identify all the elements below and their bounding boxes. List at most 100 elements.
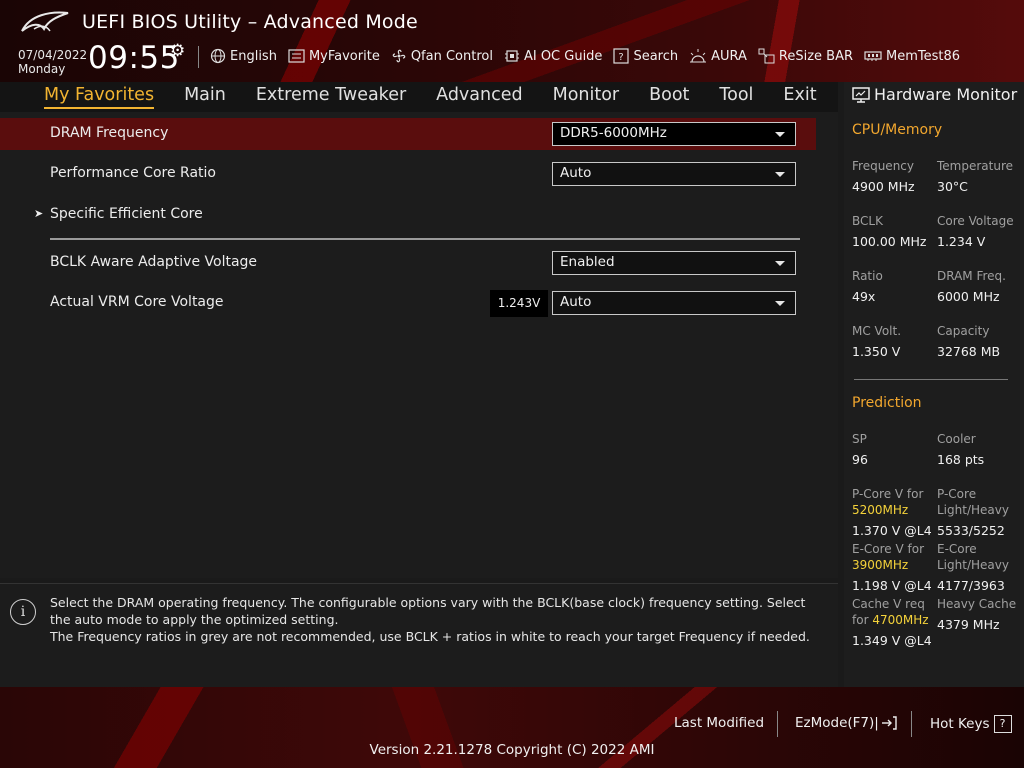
setting-row-dram-frequency[interactable]: DRAM Frequency DDR5-6000MHz [0, 118, 816, 150]
hw-value-cache-v: 1.349 V @L4 [852, 633, 932, 648]
tab-main[interactable]: Main [184, 85, 226, 109]
toolbar-memtest-button[interactable]: MemTest86 [864, 49, 960, 64]
last-modified-label: Last Modified [674, 715, 765, 731]
hw-value-dram-freq: 6000 MHz [937, 289, 1000, 304]
toolbar-myfavorite-button[interactable]: MyFavorite [288, 49, 380, 64]
hw-label-cache-v-for: for 4700MHz [852, 613, 929, 627]
hw-pcore-target-freq: 5200MHz [852, 503, 909, 517]
setting-row-performance-core-ratio[interactable]: Performance Core Ratio Auto [0, 158, 816, 190]
setting-row-actual-vrm-core-voltage[interactable]: Actual VRM Core Voltage Auto [0, 287, 816, 319]
hw-label-pcore-v: P-Core V for [852, 487, 924, 501]
dropdown-value: DDR5-6000MHz [560, 125, 667, 141]
toolbar-resize-bar-button[interactable]: ReSize BAR [758, 48, 853, 64]
help-text: Select the DRAM operating frequency. The… [50, 594, 820, 645]
tab-my-favorites[interactable]: My Favorites [44, 85, 155, 109]
prediction-section-title: Prediction [852, 395, 922, 411]
hw-value-pcore-v: 1.370 V @L4 [852, 523, 932, 538]
dropdown-value: Auto [560, 165, 592, 181]
gear-icon[interactable]: ⚙ [170, 41, 185, 61]
tab-advanced[interactable]: Advanced [436, 85, 522, 109]
toolbar-search-button[interactable]: ? Search [613, 48, 678, 64]
hw-label-ecore: E-Core [937, 542, 977, 556]
info-icon: i [10, 599, 36, 625]
hw-label-cache-v: Cache V req [852, 597, 925, 611]
toolbar-separator [198, 46, 199, 68]
section-divider [50, 238, 800, 240]
fan-icon [392, 49, 406, 63]
toolbar-language-button[interactable]: English [210, 48, 277, 64]
dropdown-value: Auto [560, 294, 592, 310]
footer-separator [777, 711, 778, 737]
hw-label-sp: SP [852, 432, 867, 446]
toolbar-aura-button[interactable]: AURA [689, 48, 747, 64]
toolbar-label: English [230, 48, 277, 64]
footer-band: Last Modified EzMode(F7)| Hot Keys ? Ver… [0, 687, 1024, 768]
hw-label-bclk: BCLK [852, 214, 883, 228]
help-line: The Frequency ratios in grey are not rec… [50, 629, 810, 644]
hw-value-ratio: 49x [852, 289, 876, 304]
last-modified-button[interactable]: Last Modified [674, 715, 764, 731]
hw-ecore-target-freq: 3900MHz [852, 558, 909, 572]
toolbar-label: ReSize BAR [778, 48, 854, 64]
dram-frequency-dropdown[interactable]: DDR5-6000MHz [552, 122, 796, 146]
hardware-monitor-panel: Hardware Monitor CPU/Memory Frequency Te… [844, 82, 1024, 687]
hw-value-ecore-v: 1.198 V @L4 [852, 578, 932, 593]
exit-arrow-icon [881, 716, 897, 730]
tab-monitor[interactable]: Monitor [553, 85, 620, 109]
app-title: UEFI BIOS Utility – Advanced Mode [82, 11, 418, 33]
hw-value-temperature: 30°C [937, 179, 968, 194]
vrm-core-voltage-dropdown[interactable]: Auto [552, 291, 796, 315]
hw-label-core-voltage: Core Voltage [937, 214, 1014, 228]
setting-row-bclk-aware-adaptive-voltage[interactable]: BCLK Aware Adaptive Voltage Enabled [0, 247, 816, 279]
chevron-down-icon [775, 132, 785, 137]
chip-icon [504, 50, 519, 62]
chevron-down-icon [775, 261, 785, 266]
hardware-monitor-title: Hardware Monitor [874, 85, 1018, 104]
toolbar-label: AI OC Guide [523, 48, 603, 64]
setting-label: Actual VRM Core Voltage [50, 294, 224, 310]
hw-label-pcore: P-Core [937, 487, 977, 501]
day-text: Monday [18, 62, 66, 76]
clock-time[interactable]: 09:55 [88, 40, 180, 76]
ezmode-label: EzMode(F7)| [795, 715, 879, 731]
hw-label-mc-volt: MC Volt. [852, 324, 902, 338]
hw-section-divider [854, 379, 1008, 380]
hot-keys-button[interactable]: Hot Keys ? [930, 715, 1012, 733]
hw-value-frequency: 4900 MHz [852, 179, 915, 194]
aura-light-icon [690, 49, 707, 63]
toolbar-label: MemTest86 [886, 48, 961, 64]
setting-label: BCLK Aware Adaptive Voltage [50, 254, 258, 270]
hw-label-temperature: Temperature [937, 159, 1014, 173]
date-display: 07/04/2022 Monday [18, 48, 87, 76]
tab-list: My Favorites Main Extreme Tweaker Advanc… [44, 85, 847, 109]
submenu-arrow-icon: ➤ [34, 207, 44, 220]
ezmode-button[interactable]: EzMode(F7)| [795, 715, 897, 731]
hw-value-ecore-lh: 4177/3963 [937, 578, 1005, 593]
toolbar-ai-oc-guide-button[interactable]: AI OC Guide [504, 48, 602, 64]
hw-value-cooler: 168 pts [937, 452, 985, 467]
favorite-list-icon [288, 49, 305, 63]
cpu-memory-section-title: CPU/Memory [852, 122, 943, 138]
setting-label: DRAM Frequency [50, 125, 169, 141]
tab-tool[interactable]: Tool [719, 85, 753, 109]
setting-label: Specific Efficient Core [50, 206, 203, 222]
hardware-monitor-header: Hardware Monitor [852, 85, 1017, 104]
bclk-aware-voltage-dropdown[interactable]: Enabled [552, 251, 796, 275]
submenu-specific-efficient-core[interactable]: ➤ Specific Efficient Core [0, 199, 816, 231]
toolbar-qfan-button[interactable]: Qfan Control [391, 48, 493, 64]
toolbar-label: MyFavorite [308, 48, 380, 64]
hw-value-bclk: 100.00 MHz [852, 234, 927, 249]
hw-cache-target-freq: 4700MHz [872, 613, 929, 627]
footer-separator [911, 711, 912, 737]
monitor-icon [852, 86, 870, 103]
main-nav: My Favorites Main Extreme Tweaker Advanc… [0, 82, 838, 113]
svg-text:?: ? [619, 52, 624, 63]
hw-label-ecore-lh: Light/Heavy [937, 558, 1009, 572]
tab-extreme-tweaker[interactable]: Extreme Tweaker [256, 85, 406, 109]
hw-label-for: for [852, 613, 869, 627]
help-pane: i Select the DRAM operating frequency. T… [0, 583, 838, 688]
tab-boot[interactable]: Boot [649, 85, 689, 109]
tab-exit[interactable]: Exit [783, 85, 816, 109]
performance-core-ratio-dropdown[interactable]: Auto [552, 162, 796, 186]
hot-keys-label: Hot Keys [930, 716, 990, 732]
